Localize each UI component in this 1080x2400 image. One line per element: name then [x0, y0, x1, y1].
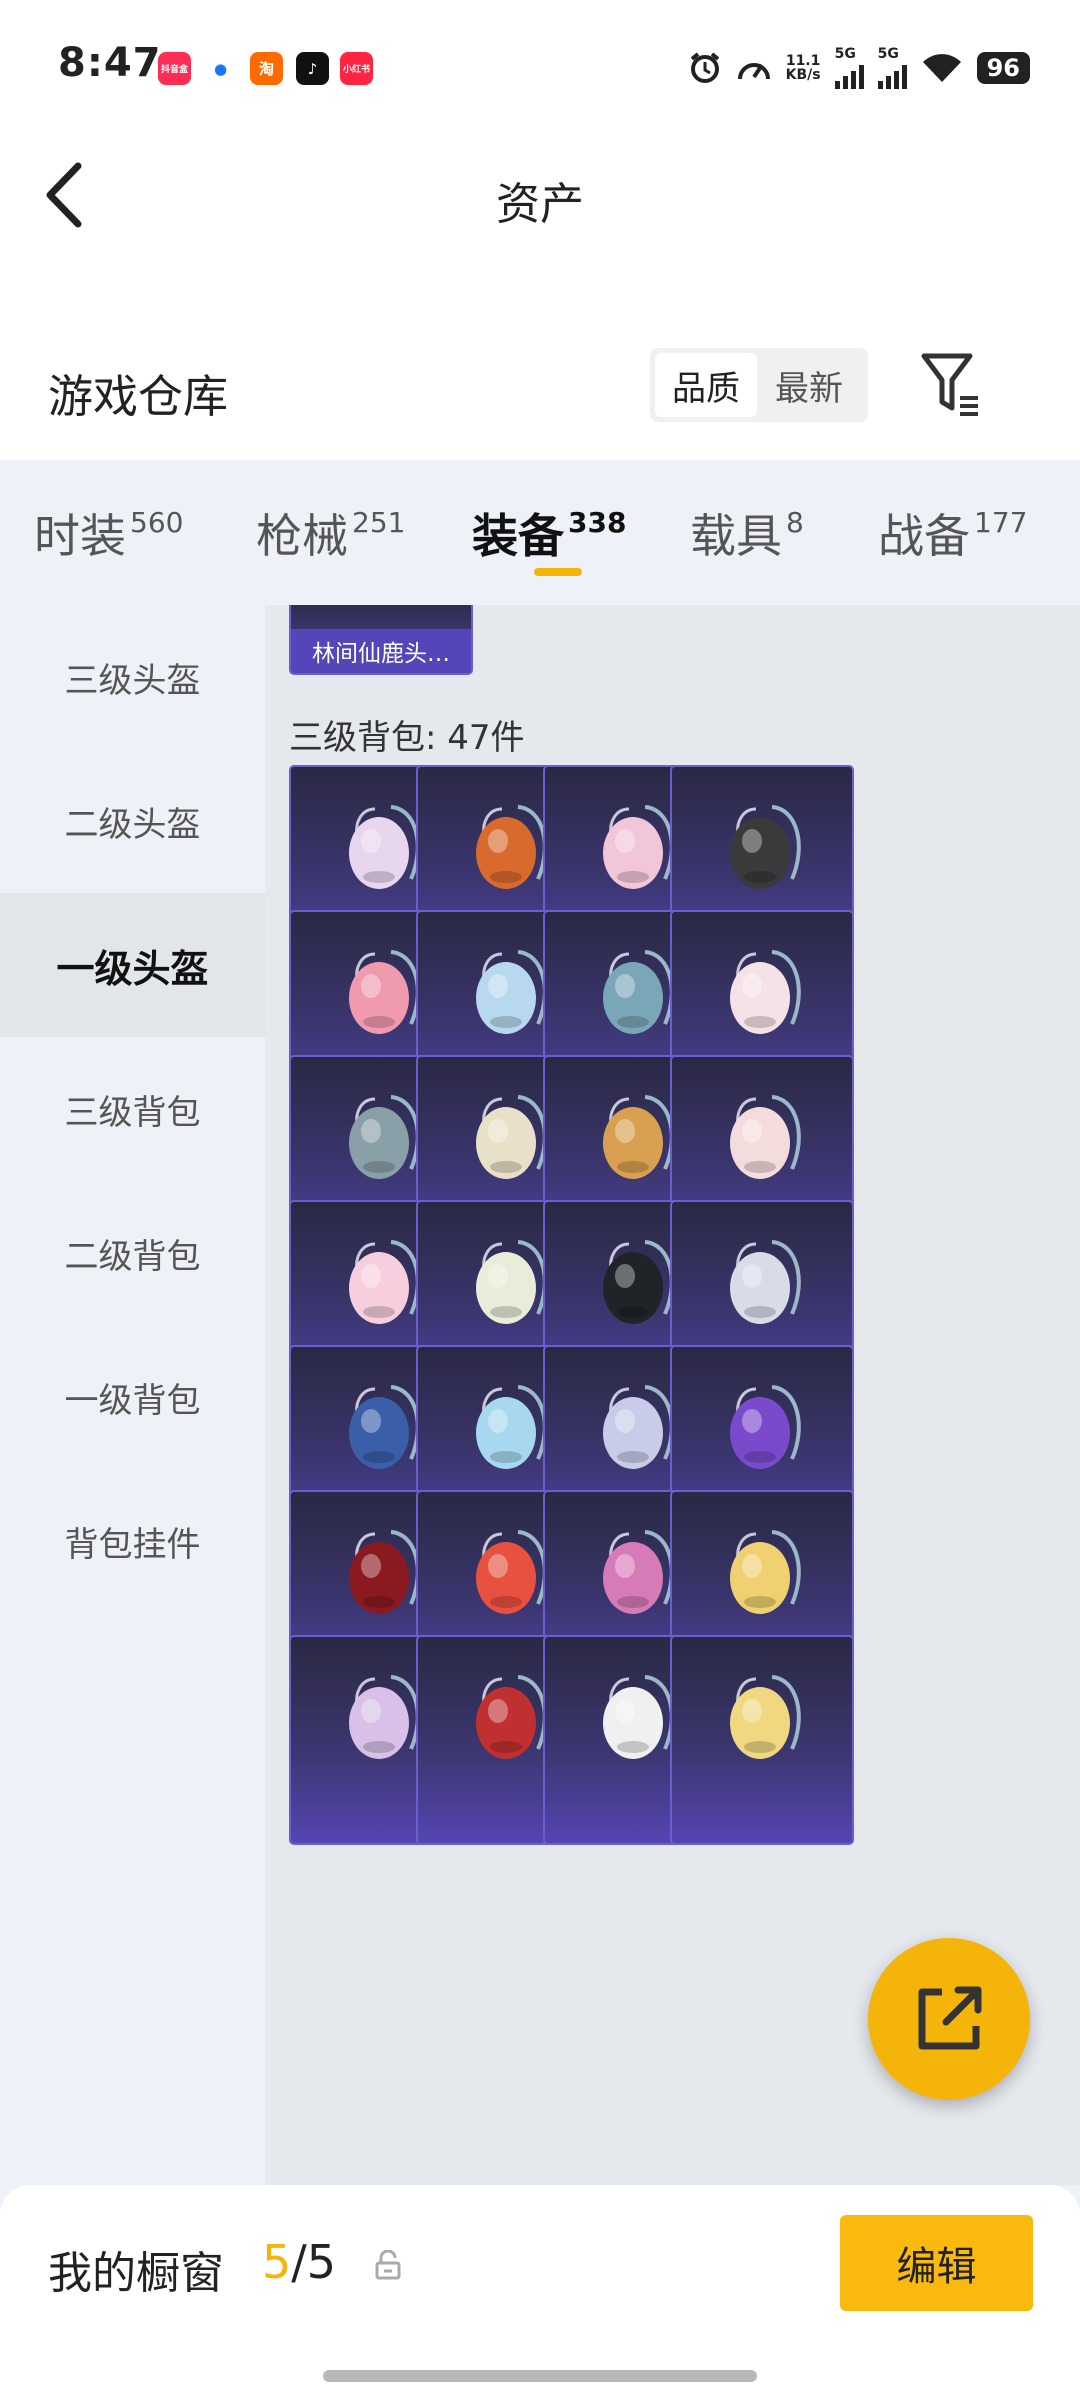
- tab-label: 枪械: [256, 509, 348, 563]
- app-icon-5: 小红书: [340, 52, 373, 85]
- home-indicator[interactable]: [323, 2370, 757, 2382]
- sidebar-item-backpack-3[interactable]: 三级背包: [0, 1037, 265, 1181]
- status-bar: 8:47 抖音盒 ● 淘 ♪ 小红书 11.1 KB/s 5G 5G 96: [0, 0, 1080, 100]
- backpack-icon: [730, 1530, 801, 1614]
- backpack-icon: [730, 1095, 801, 1179]
- net-type-1: 5G: [834, 46, 856, 62]
- showcase-bar: 我的橱窗 5/5 编辑: [0, 2185, 1080, 2400]
- battery-indicator: 96: [976, 52, 1030, 84]
- tab-label: 装备: [472, 509, 564, 563]
- tab-count: 560: [130, 506, 184, 539]
- backpack-icon: [730, 805, 801, 889]
- share-button[interactable]: [868, 1938, 1030, 2100]
- sort-quality-button[interactable]: 品质: [655, 353, 757, 417]
- net-type-2: 5G: [877, 46, 899, 62]
- subcategory-sidebar: 三级头盔 二级头盔 一级头盔 三级背包 二级背包 一级背包 背包挂件: [0, 605, 265, 2400]
- tab-count: 177: [974, 506, 1028, 539]
- sidebar-item-backpack-2[interactable]: 二级背包: [0, 1181, 265, 1325]
- warehouse-title: 游戏仓库: [48, 370, 229, 423]
- wifi-icon: [922, 54, 961, 82]
- lock-icon: [375, 2250, 401, 2280]
- showcase-label: 我的橱窗: [48, 2248, 224, 2299]
- signal-bars-icon: [834, 61, 864, 89]
- category-tabs: 时装 560 枪械 251 装备 338 载具 8 战备 177: [0, 460, 1080, 605]
- sort-newest-button[interactable]: 最新: [758, 353, 860, 417]
- tab-fashion[interactable]: 时装 560: [34, 500, 183, 566]
- warehouse-header: 游戏仓库 品质 最新: [0, 230, 1080, 460]
- signal-bars-icon: [877, 61, 907, 89]
- net-speed-value: 11.1: [785, 53, 821, 69]
- showcase-total: /5: [291, 2235, 337, 2289]
- speedometer-icon: [737, 63, 770, 80]
- net-speed: 11.1 KB/s: [786, 54, 821, 82]
- app-icon-2: ●: [204, 52, 237, 85]
- backpack-icon: [730, 950, 801, 1034]
- showcase-current: 5: [262, 2235, 292, 2289]
- sidebar-item-helmet-1[interactable]: 一级头盔: [0, 893, 265, 1037]
- top-bar: 资产: [0, 100, 1080, 230]
- share-icon: [918, 1986, 982, 2050]
- tab-label: 战备: [878, 509, 970, 563]
- item-card[interactable]: 林间仙鹿头…: [289, 605, 473, 675]
- backpack-icon: [730, 1240, 801, 1324]
- backpack-icon: [730, 1385, 801, 1469]
- tab-guns[interactable]: 枪械 251: [256, 500, 405, 566]
- page-title: 资产: [496, 179, 584, 230]
- showcase-count: 5/5: [262, 2235, 336, 2289]
- signal-1: 5G: [834, 46, 864, 89]
- signal-2: 5G: [877, 46, 907, 89]
- sidebar-item-helmet-3[interactable]: 三级头盔: [0, 605, 265, 749]
- filter-icon[interactable]: [920, 350, 982, 420]
- tab-label: 时装: [34, 509, 126, 563]
- clock: 8:47: [58, 40, 162, 86]
- app-icon-1: 抖音盒: [158, 52, 191, 85]
- edit-button[interactable]: 编辑: [840, 2215, 1033, 2311]
- tiktok-icon: ♪: [296, 52, 329, 85]
- sidebar-item-helmet-2[interactable]: 二级头盔: [0, 749, 265, 893]
- tab-count: 251: [352, 506, 406, 539]
- sort-toggle: 品质 最新: [650, 348, 868, 422]
- item-card[interactable]: [670, 1635, 854, 1845]
- tab-equipment[interactable]: 装备 338: [472, 500, 626, 566]
- sidebar-item-backpack-1[interactable]: 一级背包: [0, 1325, 265, 1469]
- active-tab-indicator: [534, 568, 582, 576]
- section-title: 三级背包: 47件: [289, 718, 525, 758]
- tab-label: 载具: [690, 509, 782, 563]
- item-name: 林间仙鹿头…: [291, 629, 471, 673]
- alarm-icon: [690, 52, 719, 83]
- tab-gear[interactable]: 战备 177: [878, 500, 1027, 566]
- sidebar-item-pendant[interactable]: 背包挂件: [0, 1469, 265, 1613]
- tab-count: 338: [568, 506, 627, 539]
- taobao-icon: 淘: [250, 52, 283, 85]
- net-speed-unit: KB/s: [785, 67, 821, 83]
- backpack-icon: [730, 1675, 801, 1759]
- tab-vehicles[interactable]: 载具 8: [690, 500, 804, 566]
- status-right: 11.1 KB/s 5G 5G 96: [688, 46, 1030, 89]
- tab-count: 8: [786, 506, 804, 539]
